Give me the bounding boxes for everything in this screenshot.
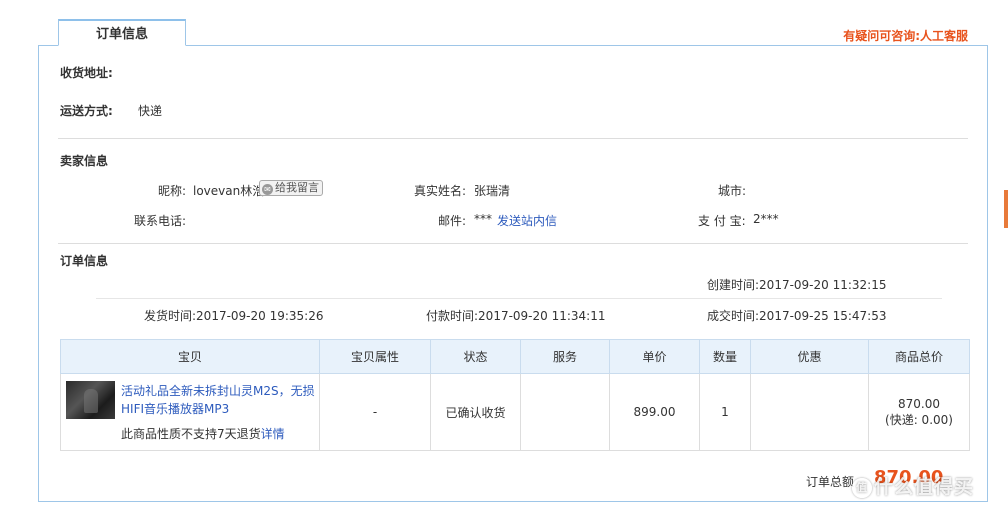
- order-paid-time: 付款时间:2017-09-20 11:34:11: [426, 309, 606, 323]
- shipping-method-value: 快递: [138, 104, 163, 118]
- tab-label: 订单信息: [95, 27, 148, 42]
- unit-price: 899.00: [609, 373, 700, 451]
- seller-section-title: 卖家信息: [60, 154, 109, 168]
- divider: [58, 138, 968, 139]
- seller-realname-label: 真实姓名:: [414, 184, 467, 198]
- seller-realname-value: 张瑞清: [474, 184, 511, 198]
- watermark-text: 什么值得买: [874, 476, 975, 498]
- service-cell: [520, 373, 610, 451]
- column-header: 宝贝: [60, 339, 320, 374]
- send-site-message-link[interactable]: 发送站内信: [497, 212, 557, 229]
- column-header: 商品总价: [868, 339, 970, 374]
- divider: [58, 243, 968, 244]
- side-scroll-indicator[interactable]: [1004, 190, 1008, 228]
- shipping-method-label: 运送方式:: [60, 104, 113, 118]
- watermark: 值什么值得买: [852, 472, 974, 499]
- seller-email-value: ***: [474, 212, 492, 226]
- column-header: 状态: [430, 339, 521, 374]
- item-total-cell: 870.00 (快递: 0.00): [868, 373, 970, 451]
- message-icon: ✉: [262, 184, 273, 195]
- column-header: 宝贝属性: [319, 339, 431, 374]
- leave-message-label: 给我留言: [275, 181, 319, 194]
- product-cell: 活动礼品全新未拆封山灵M2S，无损HIFI音乐播放器MP3 此商品性质不支持7天…: [60, 373, 321, 451]
- tab-order-info[interactable]: 订单信息: [58, 19, 186, 46]
- seller-nickname-label: 昵称:: [158, 184, 187, 198]
- order-shipped-time: 发货时间:2017-09-20 19:35:26: [144, 309, 324, 323]
- product-attribute: -: [319, 373, 431, 451]
- watermark-icon: 值: [852, 478, 872, 498]
- table-header-row: 宝贝 宝贝属性 状态 服务 单价 数量 优惠 商品总价: [60, 339, 970, 374]
- product-return-note: 此商品性质不支持7天退货详情: [121, 425, 285, 442]
- divider: [96, 298, 942, 299]
- order-items-table: 宝贝 宝贝属性 状态 服务 单价 数量 优惠 商品总价 活动礼品全新未拆封山灵M…: [60, 339, 970, 451]
- seller-alipay-label: 支 付 宝:: [698, 214, 746, 228]
- return-note-text: 此商品性质不支持7天退货: [121, 427, 261, 441]
- discount-cell: [750, 373, 869, 451]
- return-details-link[interactable]: 详情: [261, 427, 285, 441]
- address-label: 收货地址:: [60, 66, 113, 80]
- column-header: 服务: [520, 339, 610, 374]
- seller-alipay-value: 2***: [753, 212, 779, 226]
- quantity: 1: [699, 373, 751, 451]
- item-shipping-fee: (快递: 0.00): [885, 412, 953, 427]
- seller-nickname-value: lovevan林浩: [193, 184, 265, 198]
- product-thumbnail[interactable]: [66, 381, 115, 419]
- order-status: 已确认收货: [430, 373, 521, 451]
- seller-email-label: 邮件:: [438, 214, 467, 228]
- product-title-link[interactable]: 活动礼品全新未拆封山灵M2S，无损HIFI音乐播放器MP3: [121, 382, 321, 418]
- order-section-title: 订单信息: [60, 254, 109, 268]
- item-total: 870.00: [898, 396, 940, 411]
- leave-message-button[interactable]: ✉ 给我留言: [259, 180, 323, 196]
- order-total-label: 订单总额: [806, 475, 855, 489]
- column-header: 优惠: [750, 339, 869, 374]
- table-row: 活动礼品全新未拆封山灵M2S，无损HIFI音乐播放器MP3 此商品性质不支持7天…: [60, 373, 970, 451]
- order-completed-time: 成交时间:2017-09-25 15:47:53: [707, 309, 887, 323]
- customer-service-link[interactable]: 有疑问可咨询:人工客服: [843, 27, 968, 44]
- seller-phone-label: 联系电话:: [134, 214, 187, 228]
- column-header: 数量: [699, 339, 751, 374]
- order-created-time: 创建时间:2017-09-20 11:32:15: [707, 278, 887, 292]
- seller-city-label: 城市:: [718, 184, 747, 198]
- column-header: 单价: [609, 339, 700, 374]
